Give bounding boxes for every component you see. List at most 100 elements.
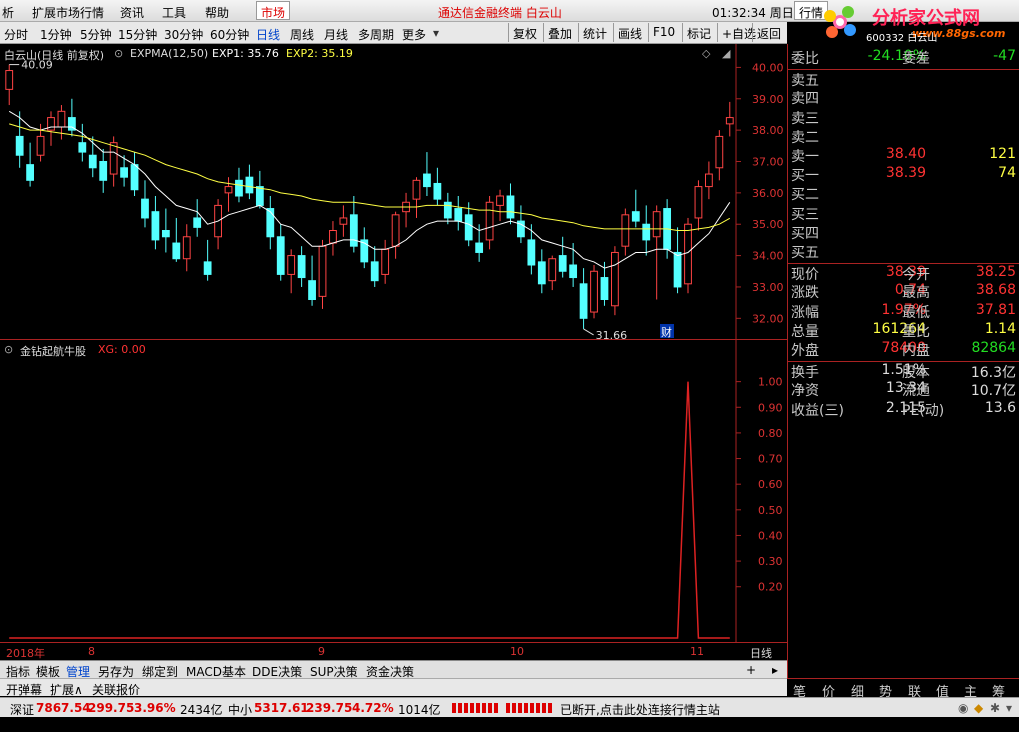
y-tick-label: 0.90	[758, 401, 783, 414]
quote-row: 买三	[788, 204, 1019, 223]
quote-label: 涨跌	[791, 285, 819, 302]
candle-body	[36, 135, 45, 156]
quote-value-2: -47	[993, 48, 1016, 64]
y-tick-label: 0.50	[758, 504, 783, 517]
quote-row: 委比 -24.10% 委差 -47	[788, 48, 1019, 67]
x-label-2018: 2018年	[6, 647, 45, 660]
bottom-row2: 开弹幕 扩展∧ 关联报价	[0, 678, 787, 698]
related-quote[interactable]: 关联报价	[92, 681, 140, 698]
quote-row: 卖四	[788, 88, 1019, 107]
period-15min[interactable]: 15分钟	[118, 26, 157, 43]
quote-value-2: 10.7亿	[970, 383, 1016, 400]
candle-body	[496, 195, 504, 206]
add-tab-icon[interactable]: +	[746, 663, 756, 677]
quote-label-2: 今开	[902, 267, 930, 284]
menu-item-help[interactable]: 帮助	[205, 4, 229, 21]
more-tab-icon[interactable]: ▸	[772, 663, 778, 677]
candle-body	[349, 214, 358, 247]
period-daily[interactable]: 日线	[256, 26, 280, 43]
y-tick-label: 32.00	[752, 312, 784, 325]
quote-label-2: 内盘	[902, 343, 930, 359]
y-tick-label: 0.20	[758, 581, 783, 594]
quote-label-2: 委差	[902, 51, 930, 67]
period-30min[interactable]: 30分钟	[164, 26, 203, 43]
candle-body	[579, 283, 588, 319]
xg-panel[interactable]: ⊙ 金钻起航牛股 XG: 0.00 1.00 0.90 0.80 0.70 0.60 0.…	[0, 340, 787, 642]
period-toolbar: 分时 1分钟 5分钟 15分钟 30分钟 60分钟 日线 周线 月线 多周期 更…	[0, 22, 787, 44]
menu-item-analysis[interactable]: 析	[2, 4, 14, 21]
overlay-button[interactable]: 叠加	[543, 23, 576, 42]
quote-row: 买一 38.39 74	[788, 165, 1019, 184]
quote-label-2: 流通	[902, 383, 930, 400]
period-more[interactable]: 更多	[402, 26, 426, 43]
period-monthly[interactable]: 月线	[324, 26, 348, 43]
kline-chart[interactable]: 40.00 39.00 38.00 37.00 36.00 35.00 34.00 33.00…	[0, 44, 787, 340]
extend-toggle[interactable]: 扩展∧	[50, 681, 83, 698]
xg-chart[interactable]: 1.00 0.90 0.80 0.70 0.60 0.50 0.40 0.30 0.20	[0, 340, 787, 642]
candle-body	[611, 251, 619, 307]
y-tick-label: 0.70	[758, 453, 783, 466]
candle-body	[600, 277, 609, 301]
quote-label-2: 量比	[902, 323, 930, 340]
y-tick-label: 40.00	[752, 61, 784, 74]
candle-body	[287, 255, 296, 275]
quote-label-2: 最高	[902, 285, 930, 302]
candle-body	[370, 261, 379, 282]
y-tick-label: 0.30	[758, 555, 783, 568]
stats-button[interactable]: 统计	[578, 23, 611, 42]
quote-row: 卖二	[788, 127, 1019, 146]
period-weekly[interactable]: 周线	[290, 26, 314, 43]
period-multi[interactable]: 多周期	[358, 26, 394, 43]
quote-label: 卖一	[791, 149, 819, 165]
menu-item-news[interactable]: 资讯	[120, 4, 144, 21]
candle-body	[475, 242, 484, 253]
f10-button[interactable]: F10	[648, 23, 679, 42]
connection-status[interactable]: 已断开,点击此处连接行情主站	[560, 701, 720, 718]
dropdown-arrow-icon[interactable]: ▾	[433, 26, 439, 40]
period-1min[interactable]: 1分钟	[40, 26, 72, 43]
low-marker-line	[583, 328, 594, 336]
quote-value-2: 37.81	[975, 301, 1016, 318]
site-logo: 分析家公式网 www.88gs.com 600332 白云山	[820, 2, 1019, 44]
candle-body	[694, 186, 703, 219]
zx-pct: 4.72%	[352, 701, 394, 715]
zx-index: 5317.61	[254, 701, 309, 715]
quote-row: 卖五	[788, 69, 1019, 89]
menu-item-tools[interactable]: 工具	[162, 4, 186, 21]
candle-body	[642, 223, 651, 241]
mark-button[interactable]: 标记	[682, 23, 715, 42]
adjust-button[interactable]: 复权	[508, 23, 541, 42]
y-tick-label: 37.00	[752, 156, 784, 169]
lock-icon[interactable]: ◉	[958, 701, 968, 715]
sz-amount: 2434亿	[180, 703, 223, 717]
candle-body	[725, 117, 734, 125]
y-tick-label: 38.00	[752, 124, 784, 137]
more-icon[interactable]: ▾	[1006, 701, 1012, 715]
menu-item-ext-market[interactable]: 扩展市场行情	[32, 4, 104, 21]
period-60min[interactable]: 60分钟	[210, 26, 249, 43]
menu-item-market[interactable]: 市场	[256, 1, 291, 20]
back-button[interactable]: 返回	[752, 23, 785, 42]
candle-body	[652, 211, 661, 238]
settings-icon[interactable]: ✱	[990, 701, 1000, 715]
pin-icon[interactable]: ◆	[974, 701, 983, 715]
quote-label: 总量	[791, 323, 819, 340]
candle-body	[569, 264, 578, 279]
y-tick-label: 0.80	[758, 427, 783, 440]
period-5min[interactable]: 5分钟	[80, 26, 112, 43]
candle-body	[558, 255, 567, 272]
quote-value-2: 74	[998, 165, 1016, 182]
quote-label: 买一	[791, 168, 819, 185]
quote-row: 收益(三) 2.115 PE(动) 13.6	[788, 400, 1019, 419]
candle-body	[673, 251, 682, 288]
zx-breadth-icon	[506, 703, 554, 713]
candle-body	[297, 255, 306, 279]
period-fenshi[interactable]: 分时	[4, 26, 28, 43]
quote-row: 卖三	[788, 108, 1019, 127]
y-tick-label: 35.00	[752, 218, 784, 231]
draw-button[interactable]: 画线	[613, 23, 646, 42]
danmaku-toggle[interactable]: 开弹幕	[6, 681, 42, 698]
sz-change: 299.75	[88, 701, 135, 715]
kline-panel[interactable]: 白云山(日线 前复权) ⊙ EXPMA(12,50) EXP1: 35.76 E…	[0, 44, 787, 340]
candle-body	[391, 214, 400, 247]
